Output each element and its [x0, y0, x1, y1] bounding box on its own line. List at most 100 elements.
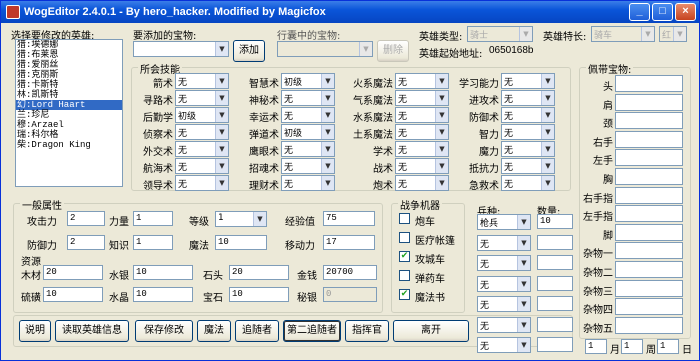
skill-level-select[interactable]: 无 ▼: [395, 141, 449, 157]
knowledge-input[interactable]: 1: [133, 235, 173, 250]
troop-count-input[interactable]: [537, 234, 573, 250]
hero-list-item[interactable]: 瑞:科尔格: [16, 130, 122, 140]
skill-level-select[interactable]: 无 ▼: [175, 175, 229, 191]
skill-level-select[interactable]: 无 ▼: [281, 107, 335, 123]
sulfur-input[interactable]: 10: [43, 287, 103, 302]
mana-input[interactable]: 10: [215, 235, 267, 250]
troop-count-input[interactable]: 10: [537, 214, 573, 229]
troop-count-input[interactable]: [537, 255, 573, 270]
hero-list-item[interactable]: 猎:卡斯特: [16, 80, 122, 90]
equip-slot-box[interactable]: [615, 298, 683, 316]
war-machine-checkbox[interactable]: [399, 270, 410, 281]
hero-list-item[interactable]: 猎:克丽斯: [16, 70, 122, 80]
hero-list-item[interactable]: 幻:Lord Haart: [16, 100, 122, 110]
troop-type-select[interactable]: 无 ▼: [477, 275, 531, 292]
skill-level-select[interactable]: 初级 ▼: [281, 73, 335, 89]
level-select[interactable]: 1 ▼: [215, 211, 267, 227]
add-artifact-button[interactable]: 添加: [233, 40, 265, 62]
read-hero-button[interactable]: 读取英雄信息: [55, 320, 129, 342]
movement-input[interactable]: 17: [323, 235, 375, 250]
skill-level-select[interactable]: 无 ▼: [395, 90, 449, 106]
flag-color-select[interactable]: 红 ▼: [659, 26, 687, 42]
skill-level-select[interactable]: 初级 ▼: [175, 107, 229, 123]
gold-input[interactable]: 20700: [323, 265, 377, 280]
war-machine-checkbox[interactable]: ✔: [399, 251, 410, 262]
experience-input[interactable]: 75: [323, 211, 375, 226]
skill-level-select[interactable]: 初级 ▼: [281, 124, 335, 140]
close-button[interactable]: ×: [675, 3, 696, 21]
attack-input[interactable]: 2: [67, 211, 105, 226]
artifact-add-select[interactable]: ▼: [133, 41, 229, 57]
war-machine-checkbox[interactable]: [399, 232, 410, 243]
delete-artifact-button[interactable]: 删除: [377, 40, 409, 62]
mithril-input[interactable]: 0: [323, 287, 377, 302]
troop-count-input[interactable]: [537, 296, 573, 311]
power-input[interactable]: 1: [133, 211, 173, 226]
hero-type-select[interactable]: 骑士 ▼: [467, 26, 533, 42]
troop-type-select[interactable]: 枪兵 ▼: [477, 214, 531, 230]
hero-list-item[interactable]: 林:凯斯特: [16, 90, 122, 100]
troop-type-select[interactable]: 无 ▼: [477, 234, 531, 251]
skill-level-select[interactable]: 无 ▼: [175, 73, 229, 89]
troop-count-input[interactable]: [537, 316, 573, 332]
troop-type-select[interactable]: 无 ▼: [477, 296, 531, 312]
day-input[interactable]: 1: [657, 339, 679, 354]
skill-level-select[interactable]: 无 ▼: [281, 90, 335, 106]
second-follower-button[interactable]: 第二追随者: [283, 320, 341, 342]
follower-button[interactable]: 追随者: [235, 320, 279, 342]
hero-list-item[interactable]: 兰:珍尼: [16, 110, 122, 120]
save-button[interactable]: 保存修改: [135, 320, 193, 342]
troop-count-input[interactable]: [537, 275, 573, 291]
equip-slot-box[interactable]: [615, 130, 683, 148]
skill-level-select[interactable]: 无 ▼: [501, 124, 555, 140]
maximize-button[interactable]: □: [652, 3, 673, 21]
troop-count-input[interactable]: [537, 337, 573, 352]
skill-level-select[interactable]: 无 ▼: [501, 175, 555, 191]
leave-button[interactable]: 离开: [393, 320, 469, 342]
equip-slot-box[interactable]: [615, 186, 683, 204]
backpack-select[interactable]: ▼: [277, 41, 373, 57]
ore-input[interactable]: 20: [229, 265, 289, 280]
skill-level-select[interactable]: 无 ▼: [281, 141, 335, 157]
skill-level-select[interactable]: 无 ▼: [175, 90, 229, 106]
equip-slot-box[interactable]: [615, 149, 683, 167]
war-machine-checkbox[interactable]: ✔: [399, 289, 410, 300]
hero-list-item[interactable]: 猎:爱丽丝: [16, 60, 122, 70]
skill-level-select[interactable]: 无 ▼: [175, 141, 229, 157]
minimize-button[interactable]: _: [629, 3, 650, 21]
mercury-input[interactable]: 10: [133, 265, 193, 280]
troop-type-select[interactable]: 无 ▼: [477, 337, 531, 353]
skill-level-select[interactable]: 无 ▼: [395, 158, 449, 174]
equip-slot-box[interactable]: [615, 223, 683, 241]
skill-level-select[interactable]: 无 ▼: [501, 107, 555, 123]
troop-type-select[interactable]: 无 ▼: [477, 316, 531, 333]
skill-level-select[interactable]: 无 ▼: [395, 124, 449, 140]
equip-slot-box[interactable]: [615, 279, 683, 297]
skill-level-select[interactable]: 无 ▼: [175, 158, 229, 174]
hero-listbox[interactable]: 猎:埃德娜 猎:布莱恩 猎:爱丽丝 猎:克丽斯 猎:卡斯特 林:凯斯特 幻:Lord Haa…: [15, 39, 123, 187]
equip-slot-box[interactable]: [615, 205, 683, 223]
equip-slot-box[interactable]: [615, 261, 683, 278]
skill-level-select[interactable]: 无 ▼: [501, 90, 555, 106]
hero-list-item[interactable]: 柴:Dragon King: [16, 140, 122, 150]
skill-level-select[interactable]: 无 ▼: [395, 73, 449, 89]
skill-level-select[interactable]: 无 ▼: [501, 73, 555, 89]
wood-input[interactable]: 20: [43, 265, 103, 280]
skill-level-select[interactable]: 无 ▼: [395, 175, 449, 191]
magic-button[interactable]: 魔法: [197, 320, 231, 342]
defense-input[interactable]: 2: [67, 235, 105, 250]
help-button[interactable]: 说明: [19, 320, 51, 342]
hero-list-item[interactable]: 穆:Arzael: [16, 120, 122, 130]
equip-slot-box[interactable]: [615, 242, 683, 260]
skill-level-select[interactable]: 无 ▼: [281, 158, 335, 174]
equip-slot-box[interactable]: [615, 93, 683, 111]
hero-specialty-select[interactable]: 骑车 ▼: [591, 26, 655, 42]
month-input[interactable]: 1: [585, 339, 607, 354]
skill-level-select[interactable]: 无 ▼: [501, 141, 555, 157]
skill-level-select[interactable]: 无 ▼: [501, 158, 555, 174]
week-input[interactable]: 1: [621, 339, 643, 354]
equip-slot-box[interactable]: [615, 75, 683, 92]
hero-list-item[interactable]: 猎:埃德娜: [16, 40, 122, 50]
equip-slot-box[interactable]: [615, 316, 683, 334]
equip-slot-box[interactable]: [615, 112, 683, 130]
